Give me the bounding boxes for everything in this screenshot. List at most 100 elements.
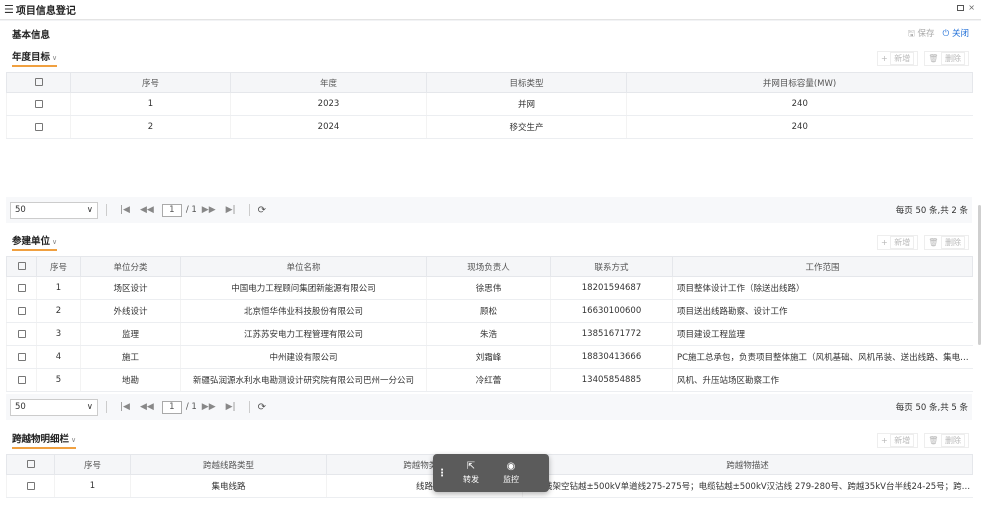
refresh-icon[interactable]: ⟳ <box>258 205 266 216</box>
annual-delete-button[interactable]: 🗑 删除 <box>924 51 969 66</box>
chevron-down-icon: ∨ <box>86 205 93 215</box>
cross-delete-button[interactable]: 🗑 删除 <box>924 433 969 448</box>
menu-icon[interactable]: ☰ <box>4 3 14 16</box>
col-header: 年度 <box>230 72 427 93</box>
units-table: 序号 单位分类 单位名称 现场负责人 联系方式 工作范围 1 场区设计 中国电力… <box>6 256 973 392</box>
row-checkbox[interactable] <box>6 115 71 139</box>
cell-phone: 18201594687 <box>550 276 673 300</box>
row-checkbox[interactable] <box>6 345 37 369</box>
page-number-input[interactable]: 1 <box>161 203 182 217</box>
cell-person: 冷红蕾 <box>426 368 551 392</box>
close-window-icon[interactable]: × <box>968 3 975 12</box>
cell-person: 朱浩 <box>426 322 551 346</box>
first-page-icon[interactable]: |◀ <box>120 205 130 215</box>
page-size-select[interactable]: 50 ∨ <box>10 201 98 219</box>
chevron-down-icon: ∨ <box>52 54 58 62</box>
last-page-icon[interactable]: ▶| <box>226 402 236 412</box>
last-page-icon[interactable]: ▶| <box>226 205 236 215</box>
col-header: 跨越线路类型 <box>130 454 327 475</box>
col-header: 单位名称 <box>180 256 427 277</box>
col-header: 现场负责人 <box>426 256 551 277</box>
monitor-button[interactable]: ◉ 监控 <box>491 461 531 485</box>
annual-table: 序号 年度 目标类型 并网目标容量(MW) 1 2023 并网 240 2 20… <box>6 72 973 139</box>
units-actions: + 新增 🗑 删除 <box>877 235 969 250</box>
table-row[interactable]: 2 外线设计 北京恒华伟业科技股份有限公司 顾松 16630100600 项目送… <box>6 299 973 323</box>
chevron-down-icon: ∨ <box>71 436 77 444</box>
share-icon: ⇱ <box>466 461 476 472</box>
cell-scope: 项目送出线路勘察、设计工作 <box>672 299 973 323</box>
units-section-title[interactable]: 参建单位 ∨ <box>12 233 58 251</box>
page-size-select[interactable]: 50 ∨ <box>10 398 98 416</box>
cell-no: 4 <box>36 345 81 369</box>
basic-info-title: 基本信息 <box>12 30 51 41</box>
select-all-checkbox[interactable] <box>6 72 71 93</box>
page-number-input[interactable]: 1 <box>161 400 182 414</box>
cell-unit-name: 新疆弘润源水利水电勘测设计研究院有限公司巴州一分公司 <box>180 368 427 392</box>
annual-add-button[interactable]: + 新增 <box>877 51 919 66</box>
table-row[interactable]: 1 2023 并网 240 <box>6 92 973 116</box>
row-checkbox[interactable] <box>6 92 71 116</box>
select-all-checkbox[interactable] <box>6 454 55 475</box>
cell-category: 监理 <box>80 322 181 346</box>
table-header-row: 序号 年度 目标类型 并网目标容量(MW) <box>6 72 973 93</box>
row-checkbox[interactable] <box>6 276 37 300</box>
cell-person: 顾松 <box>426 299 551 323</box>
cross-actions: + 新增 🗑 删除 <box>877 433 969 448</box>
basic-actions: 🖫 保存 ⏻ 关闭 <box>908 27 969 42</box>
cell-type: 移交生产 <box>426 115 627 139</box>
cell-no: 2 <box>36 299 81 323</box>
save-button[interactable]: 🖫 保存 <box>908 27 935 42</box>
col-header: 序号 <box>36 256 81 277</box>
chevron-down-icon: ∨ <box>86 402 93 412</box>
col-header: 目标类型 <box>426 72 627 93</box>
cell-category: 场区设计 <box>80 276 181 300</box>
cell-scope: PC施工总承包，负责项目整体施工（风机基础、风机吊装、送出线路、集电线... <box>672 345 973 369</box>
cell-capacity: 240 <box>626 115 973 139</box>
cell-phone: 16630100600 <box>550 299 673 323</box>
select-all-checkbox[interactable] <box>6 256 37 277</box>
units-delete-button[interactable]: 🗑 删除 <box>924 235 969 250</box>
cell-phone: 13851671772 <box>550 322 673 346</box>
next-page-icon[interactable]: ▶▶ <box>202 205 216 215</box>
drag-handle-icon[interactable]: ⋮ <box>433 468 451 479</box>
total-pages: / 1 <box>185 205 197 215</box>
cell-category: 地勘 <box>80 368 181 392</box>
row-checkbox[interactable] <box>6 474 55 498</box>
prev-page-icon[interactable]: ◀◀ <box>140 402 154 412</box>
row-checkbox[interactable] <box>6 322 37 346</box>
refresh-icon[interactable]: ⟳ <box>258 402 266 413</box>
close-button[interactable]: ⏻ 关闭 <box>943 27 969 42</box>
row-checkbox[interactable] <box>6 368 37 392</box>
annual-section-title[interactable]: 年度目标 ∨ <box>12 49 58 67</box>
save-icon: 🖫 <box>907 29 918 39</box>
cell-person: 刘霜峰 <box>426 345 551 369</box>
pager-summary: 每页 50 条,共 5 条 <box>895 403 968 413</box>
table-row[interactable]: 1 场区设计 中国电力工程顾问集团新能源有限公司 徐思伟 18201594687… <box>6 276 973 300</box>
floating-toolbar: ⋮ ⇱ 转发 ◉ 监控 <box>433 454 549 492</box>
cell-no: 1 <box>70 92 231 116</box>
window-title: 项目信息登记 <box>15 6 76 17</box>
cross-section-title[interactable]: 跨越物明细栏 ∨ <box>12 431 77 449</box>
maximize-icon[interactable] <box>957 5 965 11</box>
row-checkbox[interactable] <box>6 299 37 323</box>
forward-button[interactable]: ⇱ 转发 <box>451 461 491 485</box>
cell-unit-name: 中国电力工程顾问集团新能源有限公司 <box>180 276 427 300</box>
table-row[interactable]: 4 施工 中州建设有限公司 刘霜峰 18830413666 PC施工总承包，负责… <box>6 345 973 369</box>
cell-unit-name: 江苏苏安电力工程管理有限公司 <box>180 322 427 346</box>
col-header: 序号 <box>54 454 131 475</box>
next-page-icon[interactable]: ▶▶ <box>202 402 216 412</box>
table-row[interactable]: 5 地勘 新疆弘润源水利水电勘测设计研究院有限公司巴州一分公司 冷红蕾 1340… <box>6 368 973 392</box>
prev-page-icon[interactable]: ◀◀ <box>140 205 154 215</box>
window-controls: × <box>957 3 975 12</box>
units-add-button[interactable]: + 新增 <box>877 235 919 250</box>
cell-scope: 风机、升压站场区勘察工作 <box>672 368 973 392</box>
cross-add-button[interactable]: + 新增 <box>877 433 919 448</box>
table-row[interactable]: 2 2024 移交生产 240 <box>6 115 973 139</box>
cell-scope: 项目整体设计工作（除送出线路） <box>672 276 973 300</box>
table-header-row: 序号 单位分类 单位名称 现场负责人 联系方式 工作范围 <box>6 256 973 277</box>
cell-phone: 18830413666 <box>550 345 673 369</box>
cell-line-type: 集电线路 <box>130 474 327 498</box>
table-row[interactable]: 3 监理 江苏苏安电力工程管理有限公司 朱浩 13851671772 项目建设工… <box>6 322 973 346</box>
col-header: 单位分类 <box>80 256 181 277</box>
first-page-icon[interactable]: |◀ <box>120 402 130 412</box>
